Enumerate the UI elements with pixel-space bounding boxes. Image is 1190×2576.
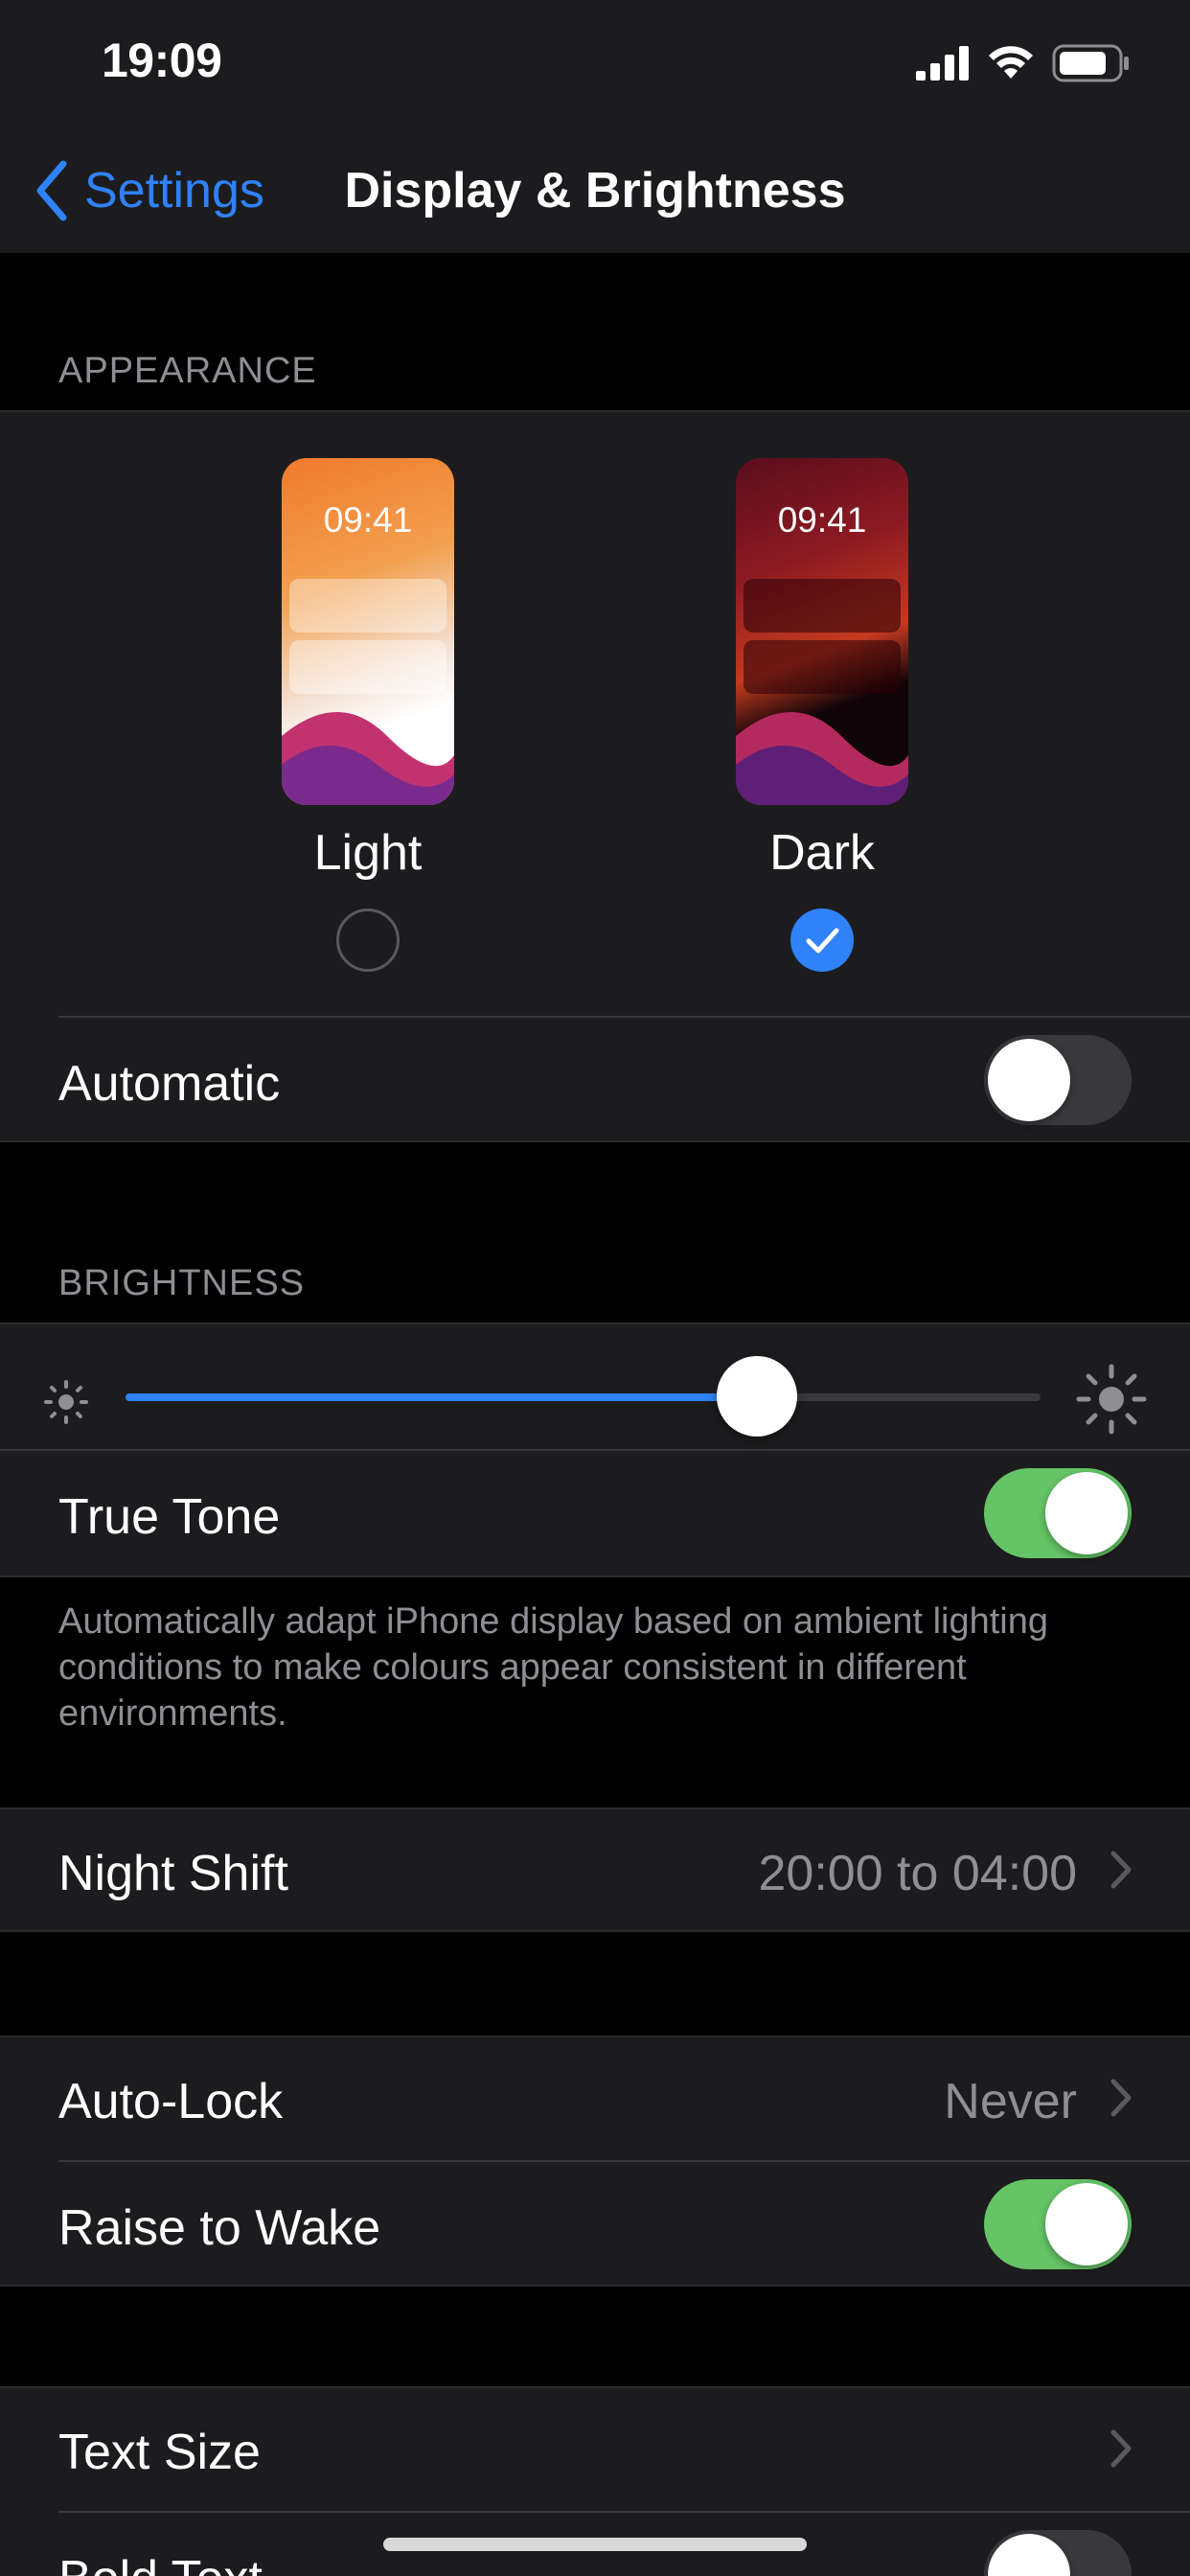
true-tone-toggle[interactable] — [984, 1468, 1132, 1558]
raise-to-wake-toggle[interactable] — [984, 2179, 1132, 2269]
chevron-right-icon — [1110, 2079, 1132, 2117]
signal-icon — [916, 46, 969, 80]
night-shift-value: 20:00 to 04:00 — [758, 1846, 1077, 1901]
section-header-appearance: APPEARANCE — [58, 351, 317, 391]
dark-radio-button[interactable] — [790, 908, 854, 972]
raise-to-wake-row[interactable]: Raise to Wake — [0, 2162, 1190, 2287]
brightness-slider-thumb[interactable] — [716, 1356, 797, 1437]
auto-lock-row[interactable]: Auto-Lock Never — [0, 2036, 1190, 2160]
true-tone-row[interactable]: True Tone — [0, 1451, 1190, 1576]
navigation-bar: Settings Display & Brightness — [0, 134, 1190, 253]
brightness-group: True Tone — [0, 1322, 1190, 1577]
auto-lock-label: Auto-Lock — [58, 2074, 284, 2129]
night-shift-label: Night Shift — [58, 1846, 288, 1901]
lock-group: Auto-Lock Never Raise to Wake — [0, 2036, 1190, 2287]
true-tone-label: True Tone — [58, 1489, 281, 1545]
brightness-high-icon — [1076, 1364, 1147, 1435]
text-size-row[interactable]: Text Size — [0, 2386, 1190, 2511]
dark-preview-image: 09:41 — [736, 458, 908, 805]
section-header-brightness: BRIGHTNESS — [58, 1263, 306, 1303]
chevron-right-icon — [1110, 1851, 1132, 1889]
true-tone-description: Automatically adapt iPhone display based… — [58, 1601, 1048, 1734]
appearance-label-dark: Dark — [769, 825, 875, 881]
automatic-label: Automatic — [58, 1056, 281, 1112]
light-radio-button[interactable] — [336, 908, 400, 972]
automatic-toggle[interactable] — [984, 1035, 1132, 1125]
bold-text-toggle[interactable] — [984, 2530, 1132, 2576]
battery-icon — [1052, 44, 1129, 82]
chevron-right-icon — [1110, 2429, 1132, 2468]
brightness-slider-track[interactable] — [126, 1393, 1041, 1401]
appearance-group: 09:41 Light 09:41 Dark Automatic — [0, 410, 1190, 1142]
text-size-label: Text Size — [58, 2425, 261, 2480]
brightness-slider-fill — [126, 1393, 757, 1401]
page-title: Display & Brightness — [344, 163, 846, 218]
appearance-label-light: Light — [313, 825, 423, 881]
auto-lock-value: Never — [944, 2074, 1077, 2129]
night-shift-row[interactable]: Night Shift 20:00 to 04:00 — [0, 1807, 1190, 1932]
brightness-low-icon — [44, 1380, 88, 1424]
automatic-row[interactable]: Automatic — [0, 1018, 1190, 1142]
checkmark-icon — [806, 928, 839, 954]
raise-to-wake-label: Raise to Wake — [58, 2200, 381, 2256]
light-preview-image: 09:41 — [282, 458, 454, 805]
status-time: 19:09 — [102, 34, 222, 87]
status-bar: 19:09 — [0, 0, 1190, 134]
wifi-icon — [989, 46, 1033, 79]
bold-text-label: Bold Text — [58, 2550, 263, 2576]
home-indicator[interactable] — [383, 2538, 807, 2551]
